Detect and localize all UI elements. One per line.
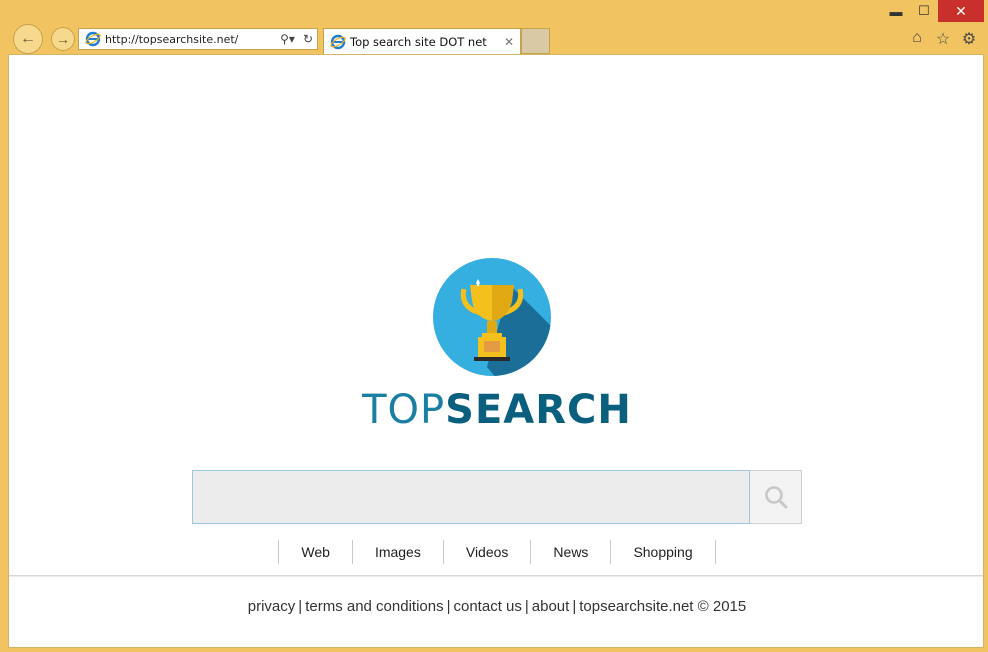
about-link[interactable]: about (532, 598, 570, 615)
maximize-button[interactable]: ☐ (910, 0, 938, 22)
tab-images[interactable]: Images (353, 540, 444, 564)
forward-button[interactable]: → (51, 27, 75, 51)
address-url[interactable]: http://topsearchsite.net/ (105, 33, 276, 46)
tab-shopping[interactable]: Shopping (611, 540, 716, 564)
footer-divider (9, 575, 983, 577)
page-viewport: TOPSEARCH Web Images Videos News Shoppin… (8, 54, 984, 648)
brand-wordmark: TOPSEARCH (9, 387, 985, 433)
back-button[interactable]: ← (13, 24, 43, 54)
footer-links: privacy | terms and conditions | contact us |… (247, 598, 747, 615)
close-tab-icon[interactable]: ✕ (504, 35, 514, 49)
close-window-button[interactable]: ✕ (938, 0, 984, 22)
star-icon[interactable]: ☆ (934, 29, 952, 49)
tab-web[interactable]: Web (279, 540, 353, 564)
copyright-text: topsearchsite.net © 2015 (579, 598, 747, 615)
terms-link[interactable]: terms and conditions (305, 598, 443, 615)
search-icon (764, 486, 787, 509)
search-button[interactable] (750, 470, 802, 524)
arrow-left-icon: ← (20, 30, 36, 47)
trophy-logo-icon (433, 258, 551, 376)
tab-title: Top search site DOT net (350, 34, 487, 49)
browser-tab[interactable]: Top search site DOT net ✕ (323, 28, 521, 54)
new-tab-button[interactable] (521, 28, 550, 54)
ie-icon (330, 34, 346, 49)
search-form (192, 470, 802, 524)
brand-light-text: TOP (362, 387, 446, 433)
browser-chrome: ▬ ☐ ✕ ← → http://topsearchsite.net/ ⚲▾ ↻… (0, 0, 988, 55)
search-input[interactable] (192, 470, 750, 524)
ie-icon (85, 31, 101, 47)
search-dropdown-icon[interactable]: ⚲▾ (280, 32, 295, 46)
privacy-link[interactable]: privacy (248, 598, 296, 615)
brand-bold-text: SEARCH (445, 387, 632, 433)
tab-videos[interactable]: Videos (444, 540, 532, 564)
browser-toolbar-icons: ⌂ ☆ ⚙ (908, 29, 978, 49)
home-icon[interactable]: ⌂ (908, 29, 926, 49)
minimize-button[interactable]: ▬ (882, 0, 910, 22)
refresh-icon[interactable]: ↻ (303, 32, 313, 46)
contact-link[interactable]: contact us (454, 598, 522, 615)
window-controls: ▬ ☐ ✕ (882, 0, 984, 22)
arrow-right-icon: → (56, 31, 70, 47)
gear-icon[interactable]: ⚙ (960, 29, 978, 49)
tab-news[interactable]: News (531, 540, 612, 564)
address-bar[interactable]: http://topsearchsite.net/ ⚲▾ ↻ (78, 28, 318, 50)
search-type-tabs: Web Images Videos News Shopping (9, 540, 985, 564)
